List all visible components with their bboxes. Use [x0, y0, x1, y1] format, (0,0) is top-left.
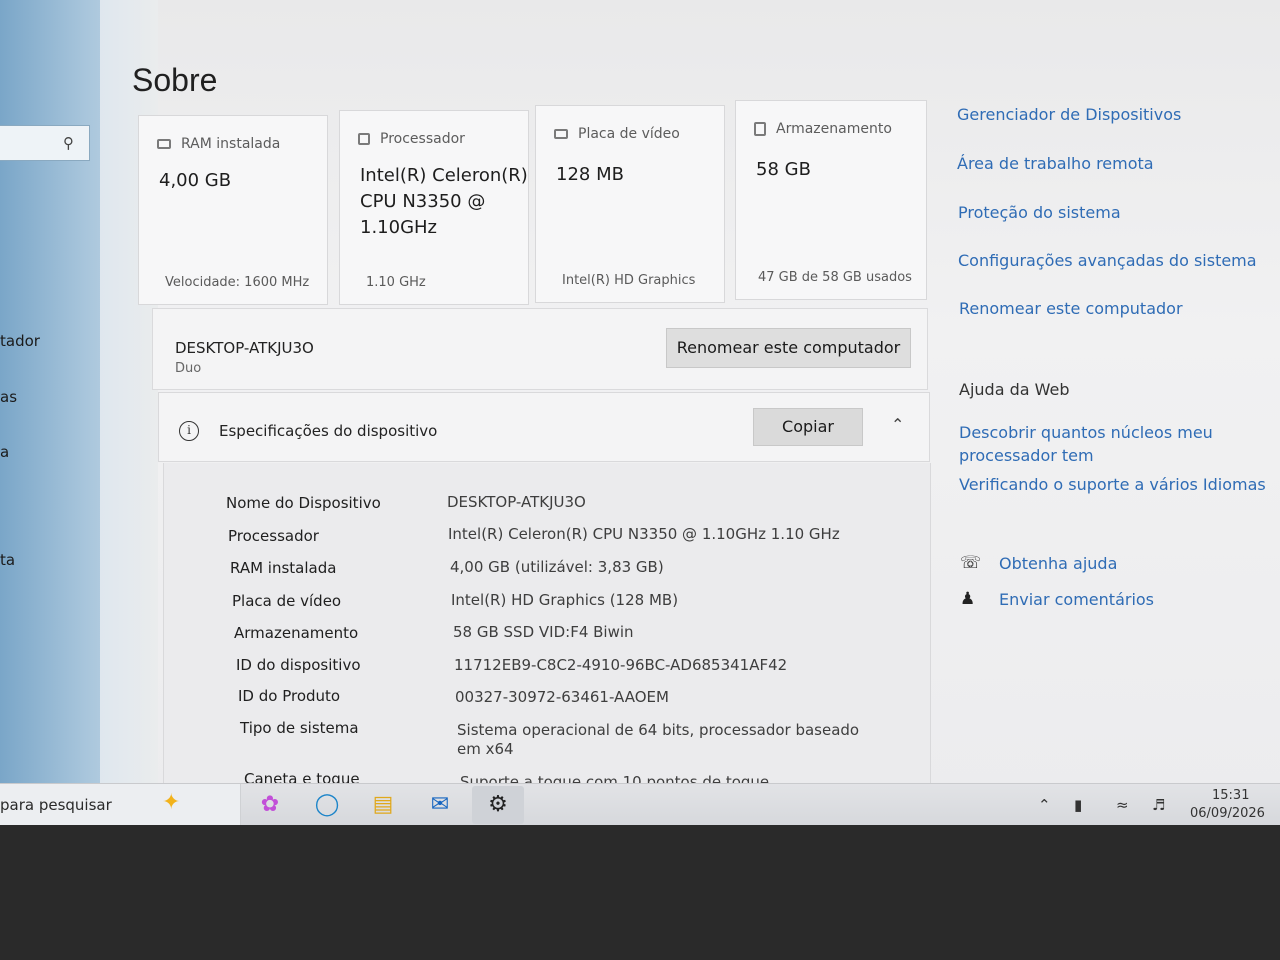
page-title: Sobre: [132, 62, 218, 98]
ram-card-label: RAM instalada: [181, 136, 281, 152]
graphics-card-label: Placa de vídeo: [578, 126, 680, 142]
get-help-icon: ☏: [960, 553, 982, 573]
processor-card-label: Processador: [380, 131, 465, 147]
ram-icon: [157, 139, 171, 149]
link-remote-desktop[interactable]: Área de trabalho remota: [957, 154, 1154, 173]
processor-card-value: Intel(R) Celeron(R) CPU N3350 @ 1.10GHz: [360, 165, 528, 238]
volume-icon[interactable]: ♬: [1152, 796, 1165, 814]
graphics-card-icon: [554, 129, 568, 139]
spec-label: RAM instalada: [230, 559, 337, 577]
link-device-manager[interactable]: Gerenciador de Dispositivos: [957, 105, 1181, 124]
link-cores-help[interactable]: Descobrir quantos núcleos meu processado…: [959, 421, 1229, 467]
sparkle-icon[interactable]: ✦: [162, 790, 180, 815]
device-specs-header[interactable]: i Especificações do dispositivo Copiar ⌃: [158, 392, 930, 462]
spec-label: Processador: [228, 527, 319, 545]
storage-card: Armazenamento 58 GB 47 GB de 58 GB usado…: [735, 100, 927, 300]
spec-value: DESKTOP-ATKJU3O: [447, 493, 586, 511]
spec-value: 58 GB SSD VID:F4 Biwin: [453, 623, 634, 641]
spec-value: 11712EB9-C8C2-4910-96BC-AD685341AF42: [454, 656, 788, 674]
file-explorer-icon[interactable]: ▤: [369, 791, 397, 819]
taskbar-search-text: para pesquisar: [0, 796, 112, 814]
web-help-heading: Ajuda da Web: [959, 380, 1070, 399]
device-specs-title: Especificações do dispositivo: [219, 422, 438, 440]
link-advanced-system-settings[interactable]: Configurações avançadas do sistema: [958, 251, 1257, 270]
device-model: Duo: [175, 361, 202, 376]
storage-card-foot: 47 GB de 58 GB usados: [758, 270, 912, 285]
nav-item-partial-4[interactable]: ta: [0, 551, 15, 569]
ram-card-value: 4,00 GB: [159, 170, 232, 191]
spec-value: Intel(R) HD Graphics (128 MB): [451, 591, 679, 609]
feedback-icon: ♟: [960, 589, 976, 609]
spec-value: Intel(R) Celeron(R) CPU N3350 @ 1.10GHz …: [448, 525, 840, 543]
ram-card: RAM instalada 4,00 GB Velocidade: 1600 M…: [138, 115, 328, 305]
spec-label: Placa de vídeo: [232, 592, 342, 610]
storage-card-label: Armazenamento: [776, 121, 892, 137]
graphics-card-foot: Intel(R) HD Graphics: [562, 273, 696, 288]
settings-gear-icon[interactable]: ⚙: [484, 791, 512, 819]
navigation-pane: ⚲ tador as a ta: [0, 0, 158, 790]
wifi-icon[interactable]: ≈: [1116, 796, 1129, 814]
edge-icon[interactable]: ◯: [313, 791, 341, 819]
send-feedback-link[interactable]: Enviar comentários: [999, 590, 1154, 609]
spec-label: ID do Produto: [238, 687, 341, 705]
graphics-card-value: 128 MB: [556, 164, 624, 185]
nav-item-partial-2[interactable]: as: [0, 388, 17, 406]
nav-item-partial-3[interactable]: a: [0, 443, 9, 461]
battery-icon[interactable]: ▮: [1074, 796, 1082, 814]
device-name: DESKTOP-ATKJU3O: [175, 339, 314, 357]
chevron-up-tray-icon[interactable]: ⌃: [1038, 796, 1051, 814]
link-system-protection[interactable]: Proteção do sistema: [958, 203, 1121, 222]
taskbar: para pesquisar ✦ ✿ ◯ ▤ ✉ ⚙ ⌃ ▮ ≈ ♬ 15:31…: [0, 783, 1280, 825]
copy-button[interactable]: Copiar: [753, 408, 863, 446]
settings-window: ⚲ tador as a ta Sobre RAM instalada 4,00…: [0, 0, 1280, 825]
processor-icon: [358, 133, 370, 145]
link-rename-computer[interactable]: Renomear este computador: [959, 299, 1183, 318]
storage-card-value: 58 GB: [756, 159, 811, 180]
ram-card-foot: Velocidade: 1600 MHz: [165, 275, 310, 290]
taskbar-search-box[interactable]: para pesquisar ✦: [0, 784, 241, 825]
mail-icon[interactable]: ✉: [426, 791, 454, 819]
storage-icon: [754, 122, 766, 136]
chevron-up-icon[interactable]: ⌃: [891, 415, 904, 434]
nav-search-box[interactable]: ⚲: [0, 125, 90, 161]
search-icon: ⚲: [63, 134, 74, 152]
spec-value: 4,00 GB (utilizável: 3,83 GB): [450, 558, 664, 576]
clock-time[interactable]: 15:31: [1212, 788, 1249, 803]
get-help-link[interactable]: Obtenha ajuda: [999, 554, 1117, 573]
copilot-icon[interactable]: ✿: [256, 791, 284, 819]
info-icon: i: [179, 421, 199, 441]
spec-value: 00327-30972-63461-AAOEM: [455, 688, 669, 706]
spec-value: Sistema operacional de 64 bits, processa…: [457, 721, 860, 758]
clock-date[interactable]: 06/09/2026: [1190, 806, 1265, 821]
processor-card-foot: 1.10 GHz: [366, 275, 426, 290]
spec-label: Nome do Dispositivo: [226, 494, 381, 512]
device-specs-body: Nome do Dispositivo DESKTOP-ATKJU3O Proc…: [163, 463, 931, 803]
graphics-card: Placa de vídeo 128 MB Intel(R) HD Graphi…: [535, 105, 725, 303]
rename-computer-button[interactable]: Renomear este computador: [666, 328, 911, 368]
link-language-support[interactable]: Verificando o suporte a vários Idiomas: [959, 475, 1266, 494]
spec-label: ID do dispositivo: [236, 656, 361, 674]
processor-card: Processador Intel(R) Celeron(R) CPU N335…: [339, 110, 529, 305]
device-name-card: DESKTOP-ATKJU3O Duo Renomear este comput…: [152, 308, 928, 390]
spec-label: Armazenamento: [234, 624, 359, 642]
spec-label: Tipo de sistema: [240, 719, 359, 737]
nav-item-partial-1[interactable]: tador: [0, 332, 40, 350]
